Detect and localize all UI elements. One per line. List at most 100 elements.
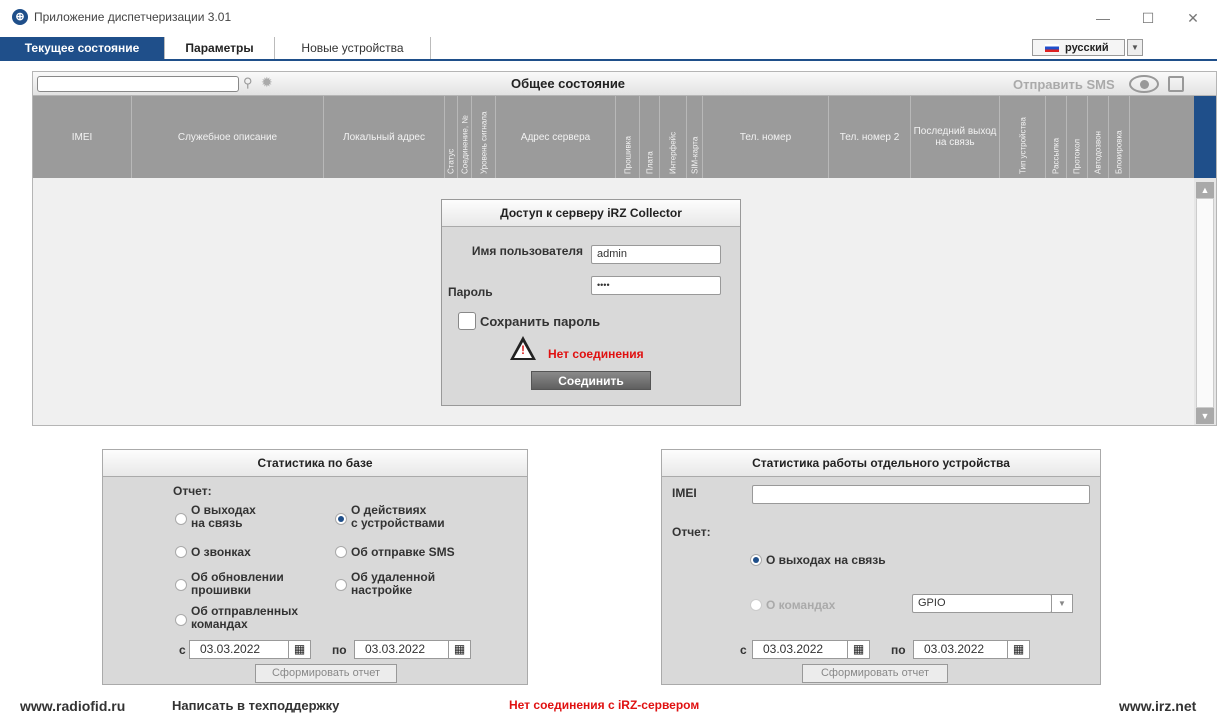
calendar-icon[interactable]: ▦ xyxy=(848,640,870,659)
option-line: с устройствами xyxy=(351,516,445,530)
column-header[interactable]: Блокировка xyxy=(1109,96,1130,178)
column-header[interactable]: Служебное описание xyxy=(132,96,324,178)
to-label: по xyxy=(332,643,347,657)
scroll-down-icon[interactable]: ▼ xyxy=(1196,408,1214,424)
option-line: прошивки xyxy=(191,583,252,597)
column-header[interactable]: Адрес сервера xyxy=(496,96,616,178)
close-button[interactable]: ✕ xyxy=(1178,8,1208,28)
username-input[interactable]: admin xyxy=(591,245,721,264)
report-radio[interactable] xyxy=(175,513,187,525)
minimize-button[interactable]: — xyxy=(1088,8,1118,28)
report-option-label: О звонках xyxy=(191,545,251,559)
report-option-label: Об отправленных командах xyxy=(191,605,298,631)
column-header[interactable]: Рассылка xyxy=(1046,96,1067,178)
db-stats-panel: Статистика по базе Отчет: О выходах на св… xyxy=(102,449,528,685)
column-header[interactable]: Тел. номер 2 xyxy=(829,96,911,178)
column-header-label: Уровень сигнала xyxy=(479,111,488,174)
send-sms-button[interactable]: Отправить SMS xyxy=(1013,77,1115,92)
language-value: русский xyxy=(1065,42,1109,54)
option-line: командах xyxy=(191,617,248,631)
column-header-label: Прошивка xyxy=(623,136,632,174)
tab-new-devices[interactable]: Новые устройства xyxy=(275,37,431,59)
column-header[interactable]: Плата xyxy=(640,96,660,178)
report-radio[interactable] xyxy=(175,546,187,558)
from-date-input[interactable]: 03.03.2022 xyxy=(752,640,848,659)
column-header[interactable]: Протокол xyxy=(1067,96,1088,178)
imei-input[interactable] xyxy=(752,485,1090,504)
login-dialog-title: Доступ к серверу iRZ Collector xyxy=(442,200,740,227)
column-header[interactable]: Статус xyxy=(445,96,458,178)
column-header[interactable]: Последний выход на связь xyxy=(911,96,1000,178)
window-title: Приложение диспетчеризации 3.01 xyxy=(34,10,232,24)
device-stats-panel: Статистика работы отдельного устройства … xyxy=(661,449,1101,685)
column-header[interactable]: Уровень сигнала xyxy=(472,96,496,178)
scroll-up-icon[interactable]: ▲ xyxy=(1196,182,1214,198)
to-label: по xyxy=(891,643,906,657)
password-label: Пароль xyxy=(448,285,493,299)
command-select[interactable]: GPIO xyxy=(912,594,1052,613)
chevron-down-icon[interactable]: ▼ xyxy=(1051,594,1073,613)
panel-toolbar: ⚲ ✹ Общее состояние Отправить SMS xyxy=(33,72,1216,96)
report-option-label: Об обновлении прошивки xyxy=(191,571,284,597)
column-header[interactable]: Интерфейс xyxy=(660,96,687,178)
tab-bar: Текущее состояние Параметры Новые устрой… xyxy=(0,37,1217,59)
report-radio[interactable] xyxy=(335,546,347,558)
radiofid-link[interactable]: www.radiofid.ru xyxy=(20,698,125,714)
panel-title: Общее состояние xyxy=(511,76,626,91)
report-radio[interactable] xyxy=(750,599,762,611)
column-header[interactable]: Тип устройства xyxy=(1000,96,1046,178)
connect-button[interactable]: Соединить xyxy=(531,371,651,390)
irz-link[interactable]: www.irz.net xyxy=(1119,698,1196,714)
save-password-checkbox[interactable] xyxy=(458,312,476,330)
table-header: IMEI Служебное описание Локальный адрес … xyxy=(33,96,1216,178)
search-input[interactable] xyxy=(37,76,239,92)
from-date-input[interactable]: 03.03.2022 xyxy=(189,640,289,659)
save-icon[interactable] xyxy=(1168,76,1184,92)
report-label: Отчет: xyxy=(672,525,711,539)
column-header[interactable]: Прошивка xyxy=(616,96,640,178)
footer: www.radiofid.ru Написать в техподдержку … xyxy=(0,694,1217,716)
column-header[interactable]: Тел. номер xyxy=(703,96,829,178)
chevron-down-icon[interactable]: ▼ xyxy=(1127,39,1143,56)
column-header-label: Тип устройства xyxy=(1018,117,1027,174)
scroll-thumb[interactable] xyxy=(1196,198,1214,408)
generate-report-button[interactable]: Сформировать отчет xyxy=(255,664,397,683)
calendar-icon[interactable]: ▦ xyxy=(449,640,471,659)
tab-current-state[interactable]: Текущее состояние xyxy=(0,37,165,59)
db-stats-title: Статистика по базе xyxy=(103,450,527,477)
generate-report-button[interactable]: Сформировать отчет xyxy=(802,664,948,683)
device-stats-title: Статистика работы отдельного устройства xyxy=(662,450,1100,477)
column-header-label: Соединение, № xyxy=(460,115,469,174)
support-link[interactable]: Написать в техподдержку xyxy=(172,698,339,713)
column-header[interactable]: SIM-карта xyxy=(687,96,703,178)
login-dialog: Доступ к серверу iRZ Collector Имя польз… xyxy=(441,199,741,406)
maximize-button[interactable]: ☐ xyxy=(1133,8,1163,28)
tab-parameters[interactable]: Параметры xyxy=(165,37,275,59)
option-line: на связь xyxy=(191,516,243,530)
gear-icon[interactable]: ✹ xyxy=(261,74,273,91)
vertical-scrollbar[interactable]: ▲ ▼ xyxy=(1194,178,1216,425)
column-header[interactable]: Локальный адрес xyxy=(324,96,445,178)
report-radio[interactable] xyxy=(335,579,347,591)
to-date-input[interactable]: 03.03.2022 xyxy=(354,640,449,659)
russian-flag-icon xyxy=(1045,44,1059,52)
password-input[interactable]: •••• xyxy=(591,276,721,295)
column-header-label: Протокол xyxy=(1072,138,1082,174)
calendar-icon[interactable]: ▦ xyxy=(1008,640,1030,659)
to-date-input[interactable]: 03.03.2022 xyxy=(913,640,1008,659)
report-radio[interactable] xyxy=(175,614,187,626)
calendar-icon[interactable]: ▦ xyxy=(289,640,311,659)
language-select[interactable]: русский xyxy=(1032,39,1125,56)
report-option-label: Об отправке SMS xyxy=(351,545,455,559)
report-option-label: Об удаленной настройке xyxy=(351,571,435,597)
report-option-label: О выходах на связь xyxy=(191,504,256,530)
column-header[interactable]: Соединение, № xyxy=(458,96,472,178)
column-header[interactable]: Автодозвон xyxy=(1088,96,1109,178)
report-radio[interactable] xyxy=(175,579,187,591)
eye-icon[interactable] xyxy=(1129,75,1159,93)
report-radio[interactable] xyxy=(750,554,762,566)
search-icon[interactable]: ⚲ xyxy=(243,75,253,91)
column-header-label: SIM-карта xyxy=(690,136,699,174)
report-radio[interactable] xyxy=(335,513,347,525)
column-header[interactable]: IMEI xyxy=(33,96,132,178)
